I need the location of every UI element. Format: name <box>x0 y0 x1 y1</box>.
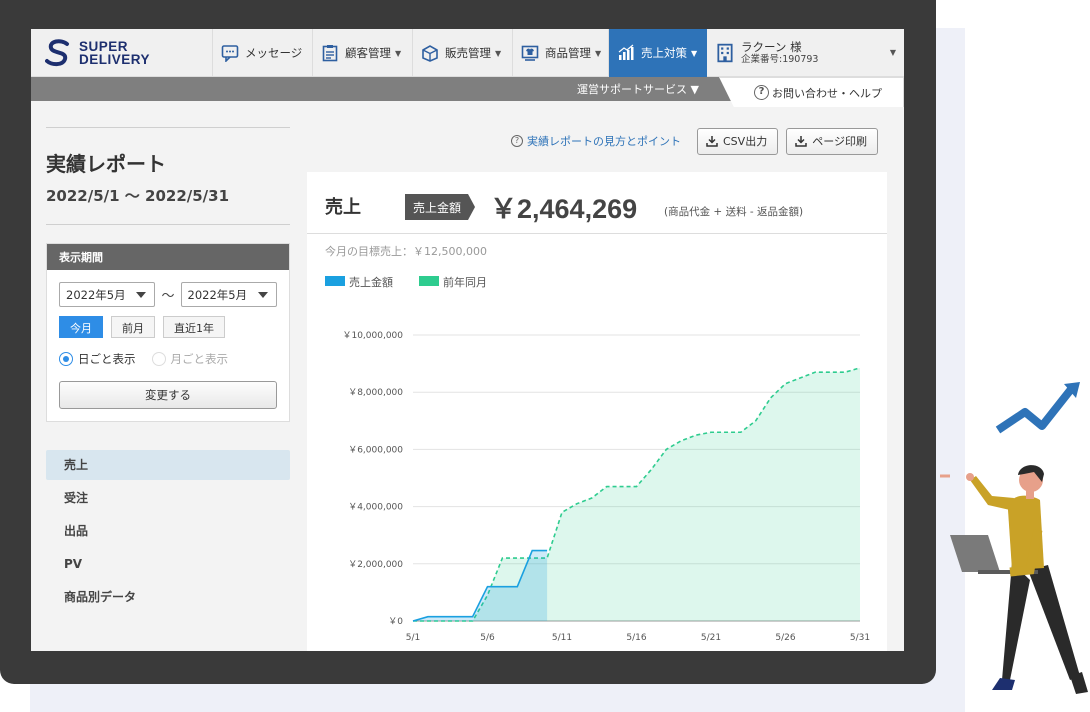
nav-customers-label: 顧客管理 <box>345 46 391 60</box>
period-to-select[interactable]: 2022年5月 <box>180 282 277 307</box>
x-tick-label: 5/21 <box>701 633 721 643</box>
message-icon <box>221 45 239 62</box>
nav-message[interactable]: メッセージ <box>212 29 308 77</box>
daily-radio[interactable] <box>59 352 73 366</box>
period-heading: 表示期間 <box>47 244 289 270</box>
report-guide-link[interactable]: ? 実績レポートの見方とポイント <box>511 133 681 149</box>
report-date-range: 2022/5/1 〜 2022/5/31 <box>46 187 230 205</box>
menu-item-product-data[interactable]: 商品別データ <box>46 582 290 612</box>
chevron-down-icon: ▼ <box>495 48 502 58</box>
x-tick-label: 5/16 <box>626 633 646 643</box>
nav-sales-management-label: 販売管理 <box>445 46 491 60</box>
monthly-radio[interactable] <box>151 352 166 366</box>
question-icon: ? <box>754 85 769 100</box>
daily-radio-label: 日ごと表示 <box>78 352 136 366</box>
x-tick-label: 5/31 <box>850 633 870 643</box>
help-tab[interactable]: ? お問い合わせ・ヘルプ <box>719 77 904 107</box>
apply-period-button[interactable]: 変更する <box>59 381 277 409</box>
download-icon <box>706 136 718 147</box>
building-icon <box>717 43 733 63</box>
range-separator: 〜 <box>161 289 175 304</box>
report-guide-label: 実績レポートの見方とポイント <box>527 135 681 148</box>
y-tick-label: ￥10,000,000 <box>342 331 403 341</box>
period-from-value: 2022年5月 <box>66 288 126 302</box>
y-tick-label: ￥4,000,000 <box>348 503 403 513</box>
menu-item-listings[interactable]: 出品 <box>46 516 290 546</box>
x-tick-label: 5/11 <box>552 633 572 643</box>
csv-export-label: CSV出力 <box>723 135 768 148</box>
chevron-down-icon: ▼ <box>889 48 896 57</box>
x-tick-label: 5/1 <box>406 633 420 643</box>
nav-customers[interactable]: 顧客管理 ▼ <box>312 29 408 77</box>
brand-logo[interactable]: SUPER DELIVERY <box>45 38 175 68</box>
report-toolbar: ? 実績レポートの見方とポイント CSV出力 ページ印刷 <box>511 127 878 155</box>
company-number: 企業番号:190793 <box>741 53 819 65</box>
nav-sales-measures[interactable]: 売上対策 ▼ <box>608 29 707 77</box>
menu-item-sales[interactable]: 売上 <box>46 450 290 480</box>
monthly-radio-label: 月ごと表示 <box>170 352 229 366</box>
chevron-down-icon: ▼ <box>691 48 698 58</box>
logo-mark-icon <box>45 39 69 67</box>
nav-user-menu[interactable]: ラクーン 様 企業番号:190793 ▼ <box>707 29 904 77</box>
user-name: ラクーン 様 <box>741 39 802 54</box>
y-tick-label: ￥0 <box>388 617 403 627</box>
print-page-label: ページ印刷 <box>812 135 867 148</box>
print-page-button[interactable]: ページ印刷 <box>786 127 878 155</box>
download-icon <box>795 136 807 147</box>
x-tick-label: 5/26 <box>775 633 795 643</box>
question-icon: ? <box>511 135 523 147</box>
report-menu: 売上 受注 出品 PV 商品別データ <box>46 450 290 612</box>
x-tick-label: 5/6 <box>480 633 495 643</box>
person-illustration <box>940 382 1088 694</box>
divider <box>46 127 290 128</box>
last-year-button[interactable]: 直近1年 <box>163 316 225 338</box>
this-month-button[interactable]: 今月 <box>59 316 103 338</box>
help-label: お問い合わせ・ヘルプ <box>772 86 882 100</box>
monitor-shirt-icon <box>521 45 539 61</box>
logo-text: SUPER DELIVERY <box>79 39 151 67</box>
clipboard-icon <box>322 45 338 62</box>
period-settings: 表示期間 2022年5月 〜 2022年5月 今月 前月 直近1年 日ごと表示 … <box>46 243 290 422</box>
sales-chart: ￥0 ￥2,000,000 ￥4,000,000 ￥6,000,000 ￥8,000,0… <box>342 331 870 643</box>
menu-item-pv[interactable]: PV <box>46 549 290 579</box>
y-tick-label: ￥2,000,000 <box>348 560 403 570</box>
nav-sales-management[interactable]: 販売管理 ▼ <box>412 29 508 77</box>
top-navigation: SUPER DELIVERY メッセージ 顧客管理 ▼ 販売管理 ▼ 商品管理 <box>31 29 904 77</box>
sales-card: 売上 売上金額 ￥2,464,269 (商品代金 + 送料 - 返品金額) 今月… <box>307 172 887 651</box>
dropdown-arrow-icon <box>257 292 268 298</box>
box-icon <box>422 45 438 62</box>
app-screen: SUPER DELIVERY メッセージ 顧客管理 ▼ 販売管理 ▼ 商品管理 <box>31 29 904 651</box>
menu-item-orders[interactable]: 受注 <box>46 483 290 513</box>
previous-year-area <box>413 367 860 621</box>
support-services-menu[interactable]: 運営サポートサービス ▼ <box>577 81 699 97</box>
nav-message-label: メッセージ <box>245 46 303 60</box>
y-tick-label: ￥6,000,000 <box>348 445 403 455</box>
chevron-down-icon: ▼ <box>595 48 602 58</box>
chevron-down-icon: ▼ <box>395 48 402 58</box>
period-from-select[interactable]: 2022年5月 <box>59 282 156 307</box>
page-title: 実績レポート <box>46 152 166 176</box>
nav-sales-measures-label: 売上対策 <box>641 46 687 60</box>
nav-products-label: 商品管理 <box>545 46 591 60</box>
dropdown-arrow-icon <box>136 292 147 298</box>
last-month-button[interactable]: 前月 <box>111 316 155 338</box>
y-tick-label: ￥8,000,000 <box>348 388 403 398</box>
nav-products[interactable]: 商品管理 ▼ <box>512 29 608 77</box>
period-to-value: 2022年5月 <box>187 288 248 302</box>
device-frame: SUPER DELIVERY メッセージ 顧客管理 ▼ 販売管理 ▼ 商品管理 <box>0 0 936 684</box>
csv-export-button[interactable]: CSV出力 <box>697 127 779 155</box>
left-panel: 実績レポート 2022/5/1 〜 2022/5/31 表示期間 2022年5月… <box>46 127 290 615</box>
divider <box>46 224 290 225</box>
bar-chart-icon <box>618 44 634 60</box>
